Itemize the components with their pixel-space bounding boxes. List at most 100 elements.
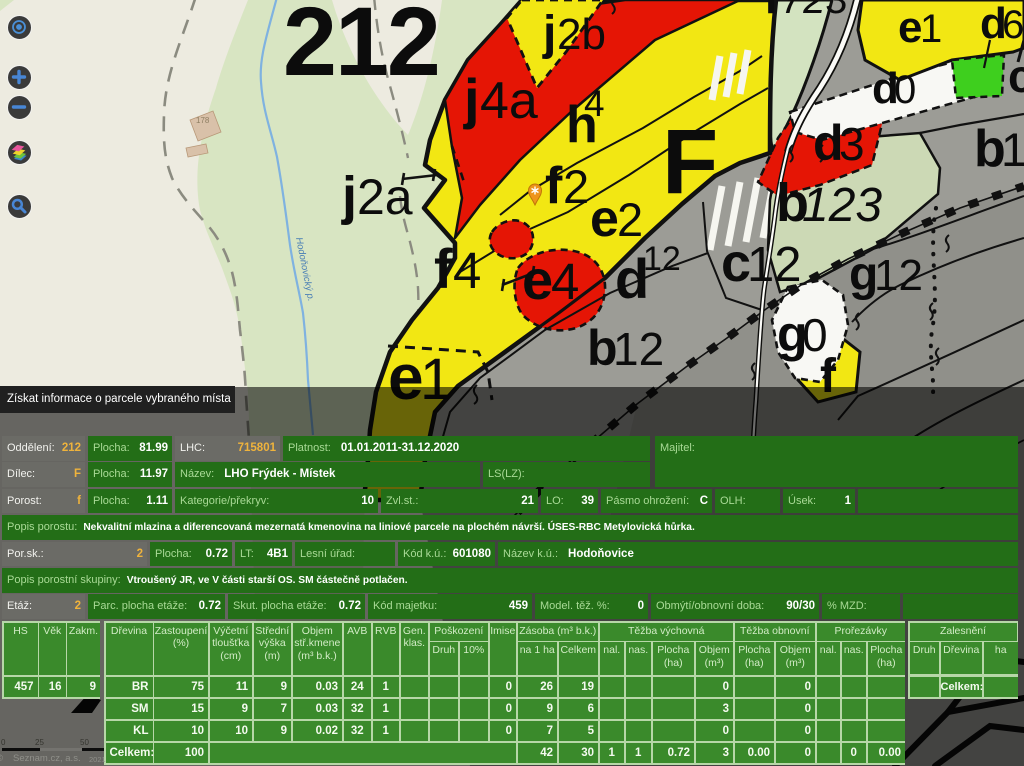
map-label-f2: f: [545, 157, 563, 215]
map-label-212: 212: [283, 0, 439, 96]
info-label: Majitel:: [655, 442, 695, 454]
info-cell-obmýtí-obnovní-doba: Obmýtí/obnovní doba:90/30: [651, 594, 819, 619]
table-value-cell: [842, 721, 867, 742]
table-col-header: ha: [984, 642, 1019, 674]
table-group-header: Zásoba (m³ b.k.): [518, 623, 599, 641]
table-value-cell: 9: [254, 677, 292, 698]
table-value-cell: 32: [344, 699, 372, 720]
info-cell-skut-plocha-etáže: Skut. plocha etáže:0.72: [228, 594, 365, 619]
table-value-cell: 457: [4, 677, 38, 698]
table-value-cell: 0: [776, 721, 816, 742]
table-value-cell: [653, 677, 695, 698]
info-cell-pásmo-ohrožení: Pásmo ohrožení:C: [601, 489, 712, 514]
table-col-header: Celkem: [559, 642, 599, 675]
map-label-c: c: [1008, 50, 1024, 102]
layers-button[interactable]: [7, 140, 32, 165]
table-value-cell: 0: [776, 677, 816, 698]
table-value-cell: [460, 699, 489, 720]
table-value-cell: [626, 677, 652, 698]
parcel-d6-green: [952, 55, 1004, 98]
table-value-cell: [600, 721, 625, 742]
search-button[interactable]: [7, 194, 32, 219]
table-value-cell: 9: [67, 677, 100, 698]
info-cell-lt: LT:4B1: [235, 542, 292, 567]
info-cell-popis-porostní-skupiny: Popis porostní skupiny:Vtroušený JR, ve …: [2, 568, 1018, 593]
info-value: 2: [75, 594, 81, 619]
table-value-cell: [817, 699, 841, 720]
table-total-cell: 1: [626, 743, 652, 764]
info-cell-oddělení: Oddělení:212: [2, 436, 85, 461]
table-value-cell: [430, 699, 459, 720]
table-value-cell: BR: [106, 677, 153, 698]
map-label-b12: 12: [613, 323, 664, 375]
table-col-header: Druh: [430, 642, 459, 675]
table-value-cell: 0: [490, 677, 517, 698]
map-label-d6: 6: [1002, 3, 1024, 47]
table-value-cell: [600, 699, 625, 720]
map-tooltip: Získat informace o parcele vybraného mís…: [0, 386, 235, 413]
info-cell-6-7: [903, 594, 1018, 619]
map-label-j2a: j: [341, 166, 357, 226]
table-value-cell: 1: [373, 677, 400, 698]
info-value: 21: [521, 489, 534, 514]
map-label-f4: f: [434, 237, 453, 300]
info-value: LHO Frýdek - Místek: [224, 468, 335, 480]
table-total-cell: 0.00: [868, 743, 906, 764]
info-value: 459: [509, 594, 528, 619]
map-label-h4: 4: [584, 83, 605, 124]
table-value-cell: [984, 677, 1019, 698]
info-value: 01.01.2011-31.12.2020: [341, 442, 459, 454]
table-col-header: nal.: [600, 642, 625, 675]
table-value-cell: 0.02: [293, 721, 343, 742]
zoom-out-button[interactable]: [7, 95, 32, 120]
info-label: OLH:: [715, 495, 746, 507]
info-label: LHC:: [175, 442, 205, 454]
info-value: Nekvalitní mlazina a diferencovaná mezer…: [83, 522, 694, 533]
table-value-cell: [868, 699, 906, 720]
table-col-header: RVB: [373, 623, 400, 676]
table-col-header: Objem(m³): [696, 642, 734, 675]
map-label-e2: 2: [617, 193, 643, 246]
table-value-cell: 3: [696, 699, 734, 720]
info-cell-majitel: Majitel:: [655, 436, 1018, 487]
info-cell-por-sk: Por.sk.:2: [2, 542, 147, 567]
table-group-header: Těžba výchovná: [600, 623, 734, 641]
map-label-f4: 4: [453, 242, 481, 299]
table-group-header: Zalesnění: [910, 623, 1017, 641]
info-label: Lesní úřad:: [295, 548, 355, 560]
table-value-cell: [735, 721, 775, 742]
minus-icon: [8, 96, 30, 118]
table-value-cell: 24: [344, 677, 372, 698]
table-value-cell: 1: [373, 699, 400, 720]
table-value-cell: [401, 699, 429, 720]
species-table: DřevinaZastoupení(%)Výčetnítloušťka(cm)S…: [104, 621, 905, 765]
table-value-cell: 0: [490, 721, 517, 742]
table-col-header: Věk: [39, 623, 66, 676]
table-total-cell: 1: [600, 743, 625, 764]
info-value: 0.72: [206, 542, 228, 567]
table-value-cell: [401, 677, 429, 698]
map-label-j2b: j: [542, 7, 556, 60]
copyright-symbol: ©: [0, 753, 3, 764]
table-total-cell: 0: [842, 743, 867, 764]
map-label-j2a: 2a: [357, 169, 413, 225]
table-value-cell: 9: [210, 699, 253, 720]
table-value-cell: 16: [39, 677, 66, 698]
info-cell-úsek: Úsek:1: [783, 489, 855, 514]
info-value: 715801: [238, 436, 276, 461]
info-label: LT:: [235, 548, 254, 560]
zoom-in-button[interactable]: [7, 65, 32, 90]
info-cell-název: Název:LHO Frýdek - Místek: [175, 462, 480, 487]
geolocate-button[interactable]: [7, 15, 32, 40]
table-col-header: Výčetnítloušťka(cm): [210, 623, 253, 676]
table-value-cell: 10: [154, 721, 208, 742]
info-cell-plocha: Plocha:11.97: [88, 462, 172, 487]
map-label-f723: 723: [781, 0, 848, 22]
info-value: 0: [638, 594, 644, 619]
info-label: Kód majetku:: [368, 600, 437, 612]
attribution-year: 2021: [89, 755, 106, 764]
info-label: Popis porostu:: [7, 521, 77, 533]
table-value-cell: [626, 699, 652, 720]
info-value: 1.11: [146, 489, 168, 514]
info-label: Por.sk.:: [2, 548, 44, 560]
